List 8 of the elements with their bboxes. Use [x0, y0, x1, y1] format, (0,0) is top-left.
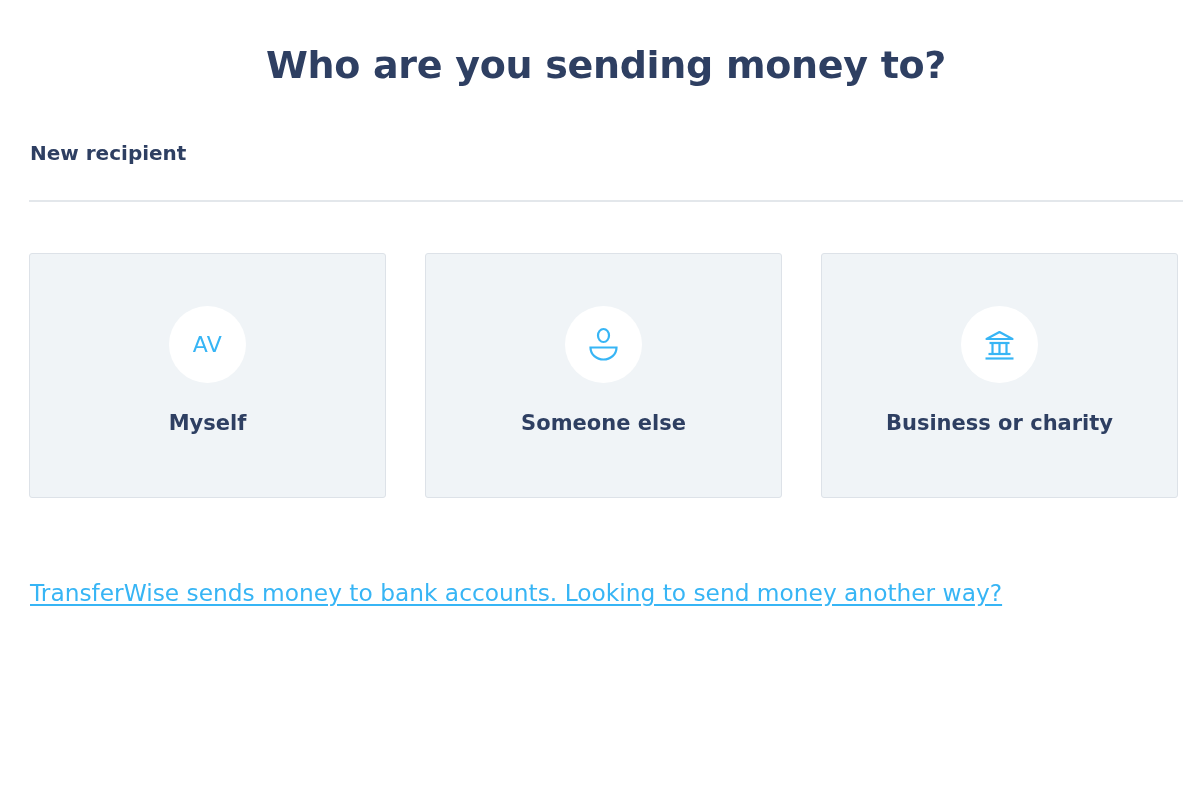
- bank-icon: [961, 305, 1038, 383]
- avatar-initials: AV: [169, 305, 246, 383]
- person-icon: [565, 305, 642, 383]
- recipient-option-card[interactable]: AV Myself: [29, 252, 386, 498]
- section-heading: New recipient: [29, 140, 188, 165]
- recipient-option-card[interactable]: Someone else: [425, 252, 782, 498]
- recipient-option-card[interactable]: Business or charity: [821, 252, 1178, 498]
- page-title: Who are you sending money to?: [264, 43, 948, 89]
